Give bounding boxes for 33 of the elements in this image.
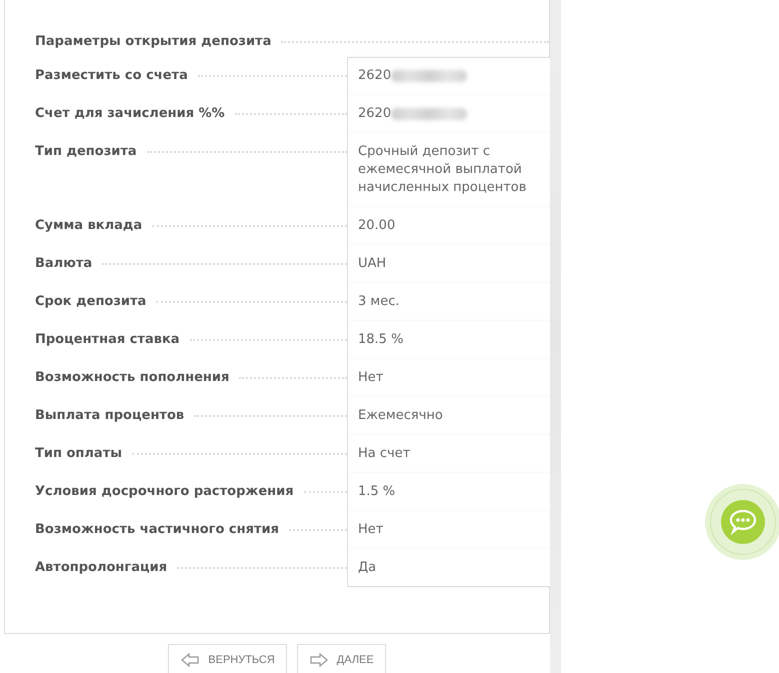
section-heading: Параметры открытия депозита — [35, 33, 272, 51]
field-label: Возможность пополнения — [35, 369, 230, 387]
field-label: Разместить со счета — [35, 67, 188, 85]
field-label: Сумма вклада — [35, 217, 142, 235]
field-label: Срок депозита — [35, 293, 146, 311]
field-label: Валюта — [35, 255, 92, 273]
field-label: Выплата процентов — [35, 407, 184, 425]
field-label: Счет для зачисления %% — [35, 105, 225, 123]
field-value: Да — [358, 559, 376, 577]
field-value: 2620 — [358, 67, 392, 85]
field-value: Нет — [358, 521, 384, 539]
next-button[interactable]: ДАЛЕЕ — [296, 644, 386, 673]
field-value: 20.00 — [358, 217, 396, 235]
field-value: 18.5 % — [358, 331, 404, 349]
chat-bubble-icon — [729, 509, 757, 535]
field-label: Процентная ставка — [35, 331, 180, 349]
left-arrow-icon — [180, 652, 200, 668]
field-label: Тип депозита — [35, 143, 137, 161]
field-value: UAH — [358, 255, 386, 273]
field-value: Срочный депозит с ежемесячной выплатой начисленных процентов — [358, 143, 528, 197]
right-arrow-icon — [308, 652, 329, 668]
chat-button[interactable] — [721, 500, 765, 544]
field-label: Автопролонгация — [35, 559, 168, 577]
field-label: Возможность частичного снятия — [35, 521, 279, 539]
field-value: 3 мес. — [358, 293, 400, 311]
field-label: Тип оплаты — [35, 445, 122, 463]
field-value: Нет — [358, 369, 384, 387]
field-value: 1.5 % — [358, 483, 396, 501]
field-value: 2620 — [358, 105, 392, 123]
back-button[interactable]: ВЕРНУТЬСЯ — [168, 644, 287, 673]
field-value: Ежемесячно — [358, 407, 443, 425]
field-label: Условия досрочного расторжения — [35, 483, 294, 501]
field-value: На счет — [358, 445, 410, 463]
